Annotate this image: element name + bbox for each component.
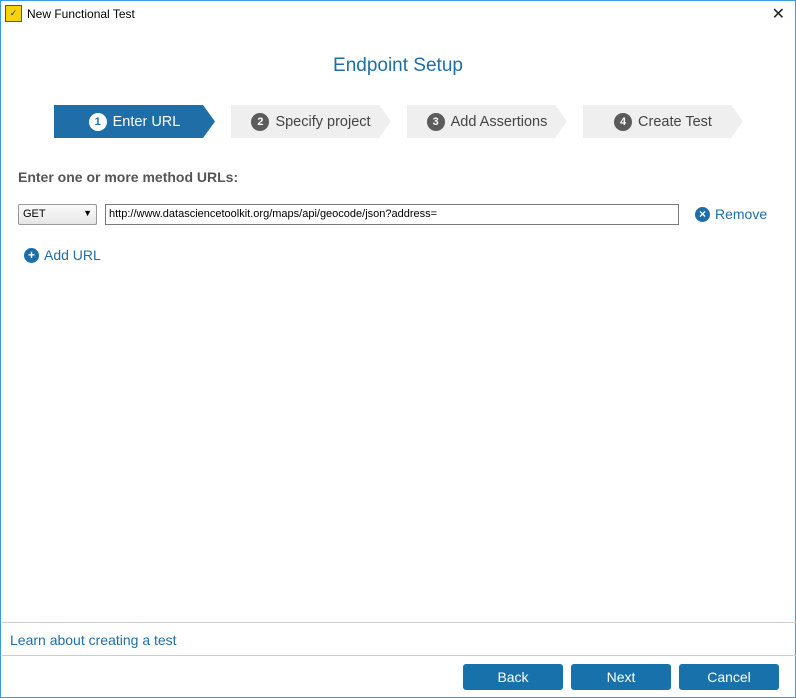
remove-label: Remove: [715, 206, 768, 222]
step-add-assertions: 3 Add Assertions: [407, 105, 567, 138]
app-icon: ✓: [5, 5, 22, 22]
url-input[interactable]: http://www.datasciencetoolkit.org/maps/a…: [105, 204, 679, 225]
step-number: 1: [89, 113, 107, 131]
page-title: Endpoint Setup: [333, 55, 463, 76]
step-specify-project: 2 Specify project: [231, 105, 391, 138]
title-bar: ✓ New Functional Test ✕: [1, 1, 795, 27]
plus-icon: +: [24, 247, 39, 263]
chevron-down-icon: ▼: [83, 208, 92, 218]
cancel-button[interactable]: Cancel: [679, 664, 779, 690]
learn-link[interactable]: Learn about creating a test: [10, 632, 177, 648]
next-button[interactable]: Next: [571, 664, 671, 690]
method-value: GET: [23, 208, 46, 220]
step-number: 3: [427, 113, 445, 131]
dialog-window: ✓ New Functional Test ✕ Endpoint Setup 1…: [0, 0, 796, 698]
step-label: Specify project: [275, 113, 371, 130]
add-url-button[interactable]: + Add URL: [24, 247, 101, 263]
window-title: New Functional Test: [27, 7, 135, 21]
divider: [2, 622, 796, 623]
step-create-test: 4 Create Test: [583, 105, 743, 138]
step-label: Enter URL: [112, 113, 181, 130]
step-label: Add Assertions: [450, 113, 548, 130]
add-url-label: Add URL: [44, 247, 101, 263]
remove-button[interactable]: × Remove: [695, 206, 767, 222]
step-label: Create Test: [638, 113, 712, 130]
step-enter-url: 1 Enter URL: [54, 105, 215, 138]
urls-label: Enter one or more method URLs:: [18, 169, 239, 185]
back-button[interactable]: Back: [463, 664, 563, 690]
remove-icon: ×: [695, 206, 710, 222]
divider: [2, 655, 796, 656]
step-number: 2: [251, 113, 269, 131]
close-icon[interactable]: ✕: [772, 4, 785, 24]
step-number: 4: [614, 113, 632, 131]
method-select[interactable]: GET ▼: [18, 204, 97, 225]
